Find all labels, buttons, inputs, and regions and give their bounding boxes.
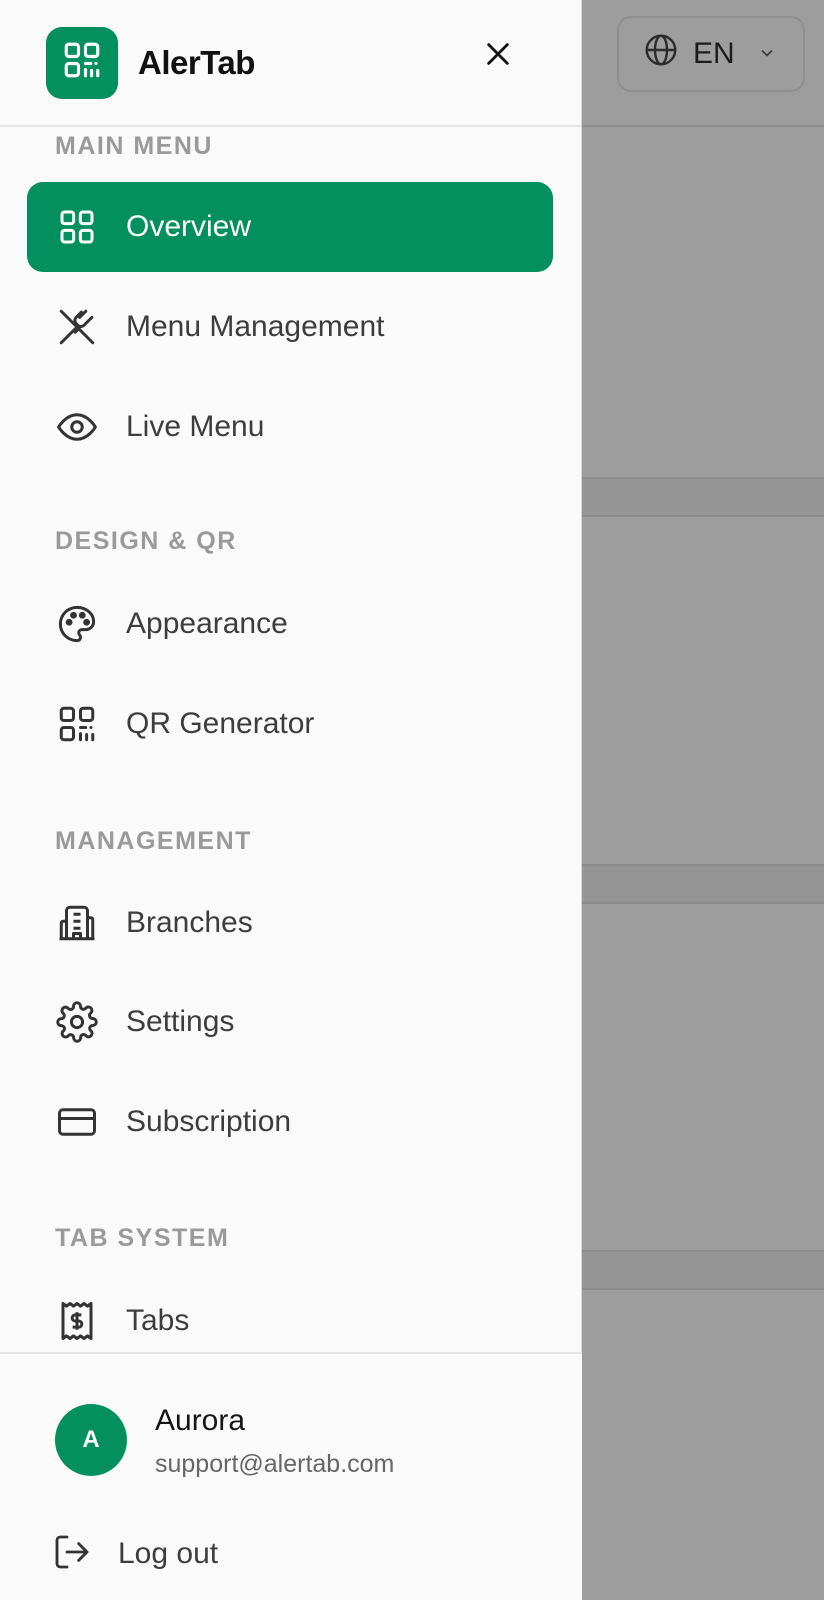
credit-card-icon bbox=[55, 1100, 99, 1144]
page-divider bbox=[582, 864, 824, 904]
section-label-tab-system: TAB SYSTEM bbox=[55, 1224, 230, 1252]
page-divider bbox=[582, 477, 824, 517]
sidebar-item-label: Settings bbox=[126, 1005, 235, 1038]
page-divider bbox=[582, 1250, 824, 1290]
sidebar-item-label: Menu Management bbox=[126, 310, 385, 343]
eye-icon bbox=[55, 405, 99, 449]
sidebar-item-overview[interactable]: Overview bbox=[27, 182, 553, 272]
receipt-icon bbox=[55, 1299, 99, 1343]
sidebar-item-label: Subscription bbox=[126, 1105, 292, 1138]
sidebar-item-appearance[interactable]: Appearance bbox=[27, 579, 553, 669]
section-label-management: MANAGEMENT bbox=[55, 827, 252, 855]
language-value: EN bbox=[693, 37, 735, 70]
sidebar-item-menu-management[interactable]: Menu Management bbox=[27, 282, 553, 372]
sidebar-item-qr-generator[interactable]: QR Generator bbox=[27, 679, 553, 769]
sidebar-item-subscription[interactable]: Subscription bbox=[27, 1077, 553, 1167]
palette-icon bbox=[55, 602, 99, 646]
sidebar-nav[interactable]: MAIN MENU Overview Menu Management Live … bbox=[0, 127, 582, 1352]
section-label-design-qr: DESIGN & QR bbox=[55, 527, 237, 555]
building-icon bbox=[55, 901, 99, 945]
user-name: Aurora bbox=[155, 1404, 246, 1437]
logout-button[interactable]: Log out bbox=[52, 1524, 218, 1584]
logout-icon bbox=[52, 1532, 92, 1577]
avatar[interactable]: A bbox=[55, 1404, 127, 1476]
close-drawer-button[interactable] bbox=[478, 36, 518, 76]
section-label-main-menu: MAIN MENU bbox=[55, 132, 213, 160]
sidebar-item-tabs[interactable]: Tabs bbox=[27, 1276, 553, 1352]
close-icon bbox=[484, 40, 512, 73]
logout-label: Log out bbox=[118, 1537, 219, 1570]
sidebar-item-settings[interactable]: Settings bbox=[27, 977, 553, 1067]
utensils-icon bbox=[55, 305, 99, 349]
grid-icon bbox=[55, 205, 99, 249]
sidebar-item-label: Branches bbox=[126, 906, 253, 939]
sidebar-item-label: Appearance bbox=[126, 607, 288, 640]
sidebar-drawer: AlerTab MAIN MENU Overview Menu Manageme… bbox=[0, 0, 582, 1600]
chevron-down-icon bbox=[757, 37, 777, 71]
sidebar-item-label: QR Generator bbox=[126, 707, 315, 740]
brand-logo bbox=[46, 26, 118, 99]
sidebar-item-label: Live Menu bbox=[126, 410, 265, 443]
user-footer: A Aurora support@alertab.com Log out bbox=[0, 1352, 582, 1600]
language-selector[interactable]: EN bbox=[617, 16, 805, 92]
qr-code-icon bbox=[55, 702, 99, 746]
sidebar-item-live-menu[interactable]: Live Menu bbox=[27, 382, 553, 472]
globe-icon bbox=[643, 32, 679, 76]
drawer-header: AlerTab bbox=[0, 0, 581, 127]
sidebar-item-branches[interactable]: Branches bbox=[27, 878, 553, 968]
brand-name: AlerTab bbox=[138, 43, 255, 81]
sidebar-item-label: Tabs bbox=[126, 1304, 190, 1337]
qr-code-icon bbox=[61, 39, 103, 86]
user-email: support@alertab.com bbox=[155, 1450, 395, 1478]
sidebar-item-label: Overview bbox=[126, 210, 252, 243]
gear-icon bbox=[55, 1000, 99, 1044]
